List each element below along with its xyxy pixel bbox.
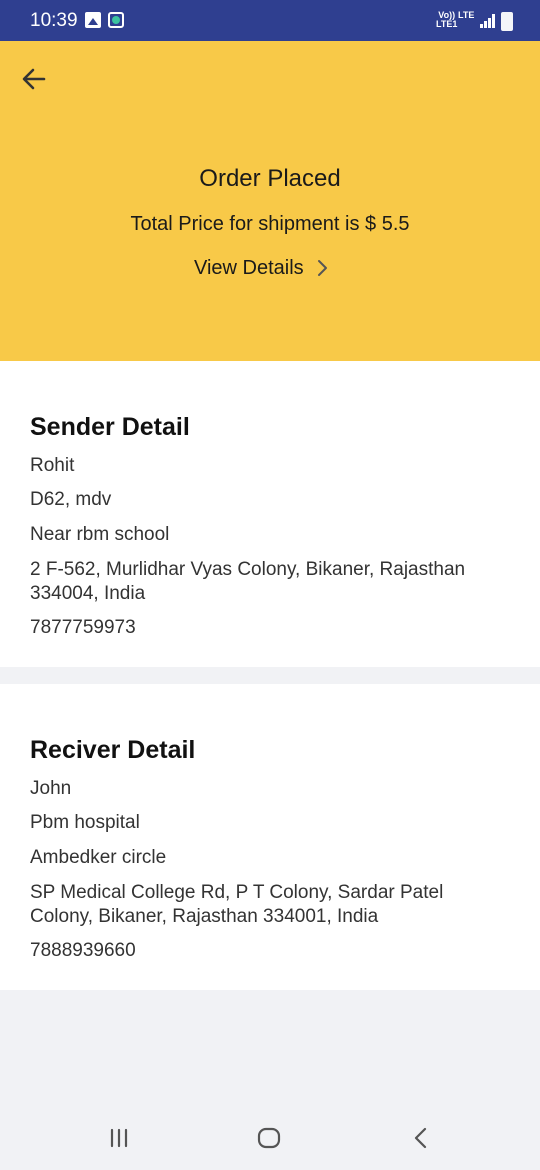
gallery-notification-icon (85, 12, 101, 28)
order-header: Order Placed Total Price for shipment is… (0, 41, 540, 361)
sender-name: Rohit (30, 455, 75, 476)
receiver-phone: 7888939660 (30, 940, 136, 961)
receiver-detail-card: Reciver Detail John Pbm hospital Ambedke… (0, 684, 540, 990)
lte1-label: LTE1 (436, 19, 458, 29)
home-icon (257, 1127, 281, 1149)
view-details-label: View Details (194, 256, 304, 279)
receiver-name: John (30, 778, 72, 799)
recents-icon (110, 1128, 128, 1148)
receiver-heading: Reciver Detail (30, 736, 196, 764)
sender-address-line1: D62, mdv (30, 489, 112, 510)
sender-address-full: 2 F-562, Murlidhar Vyas Colony, Bikaner,… (30, 559, 466, 604)
recents-button[interactable] (104, 1123, 134, 1153)
back-icon (414, 1127, 427, 1149)
nav-back-button[interactable] (406, 1123, 436, 1153)
app-notification-icon (108, 12, 124, 28)
arrow-left-icon (22, 68, 46, 90)
receiver-address-line1: Pbm hospital (30, 812, 140, 833)
signal-icon (480, 14, 496, 28)
status-bar: 10:39 Vo)) LTE1 LTE (0, 0, 540, 41)
sender-detail-card: Sender Detail Rohit D62, mdv Near rbm sc… (0, 361, 540, 667)
home-button[interactable] (254, 1123, 284, 1153)
view-details-button[interactable]: View Details (194, 254, 330, 282)
page-title: Order Placed (199, 165, 341, 192)
total-price-text: Total Price for shipment is $ 5.5 (130, 213, 410, 235)
receiver-landmark: Ambedker circle (30, 847, 167, 868)
status-time: 10:39 (30, 10, 78, 31)
lte-label: LTE (458, 10, 475, 20)
receiver-address-full: SP Medical College Rd, P T Colony, Sarda… (30, 882, 444, 927)
sender-landmark: Near rbm school (30, 524, 170, 545)
back-button[interactable] (18, 63, 50, 95)
chevron-right-icon (317, 260, 327, 276)
sender-heading: Sender Detail (30, 413, 190, 441)
network-type-indicator: Vo)) LTE1 (436, 11, 457, 29)
sender-phone: 7877759973 (30, 617, 136, 638)
system-nav-bar (0, 1105, 540, 1170)
battery-icon (501, 12, 513, 31)
